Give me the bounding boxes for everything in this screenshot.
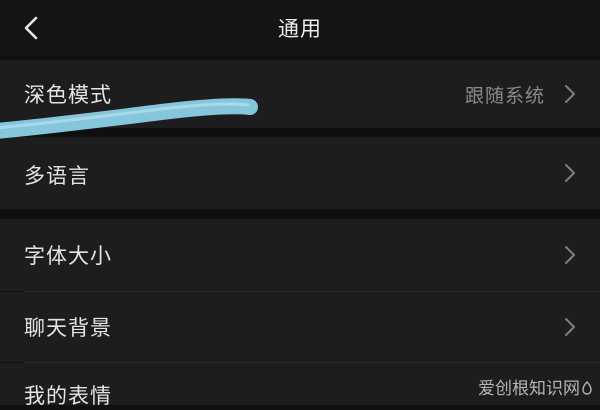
section-gap [0,128,600,137]
setting-label: 我的表情 [24,384,112,408]
setting-label: 多语言 [24,164,90,188]
section-gap [0,209,600,219]
setting-chat-background[interactable]: 聊天背景 [0,292,600,362]
setting-label: 聊天背景 [24,316,112,340]
setting-label: 深色模式 [24,83,112,107]
chevron-right-icon [565,85,575,103]
setting-language[interactable]: 多语言 [0,137,600,209]
watermark-logo-icon [582,381,592,395]
setting-value: 跟随系统 [464,85,545,107]
top-bar: 通用 [0,0,600,56]
setting-font-size[interactable]: 字体大小 [0,219,600,291]
chevron-right-icon [565,318,575,336]
setting-dark-mode[interactable]: 深色模式 跟随系统 [0,60,600,128]
watermark: 爱创根知识网 [478,374,592,399]
page-title: 通用 [278,17,322,41]
watermark-text: 爱创根知识网 [478,379,580,399]
setting-label: 字体大小 [24,244,112,268]
chevron-right-icon [565,246,575,264]
chevron-right-icon [565,164,575,182]
